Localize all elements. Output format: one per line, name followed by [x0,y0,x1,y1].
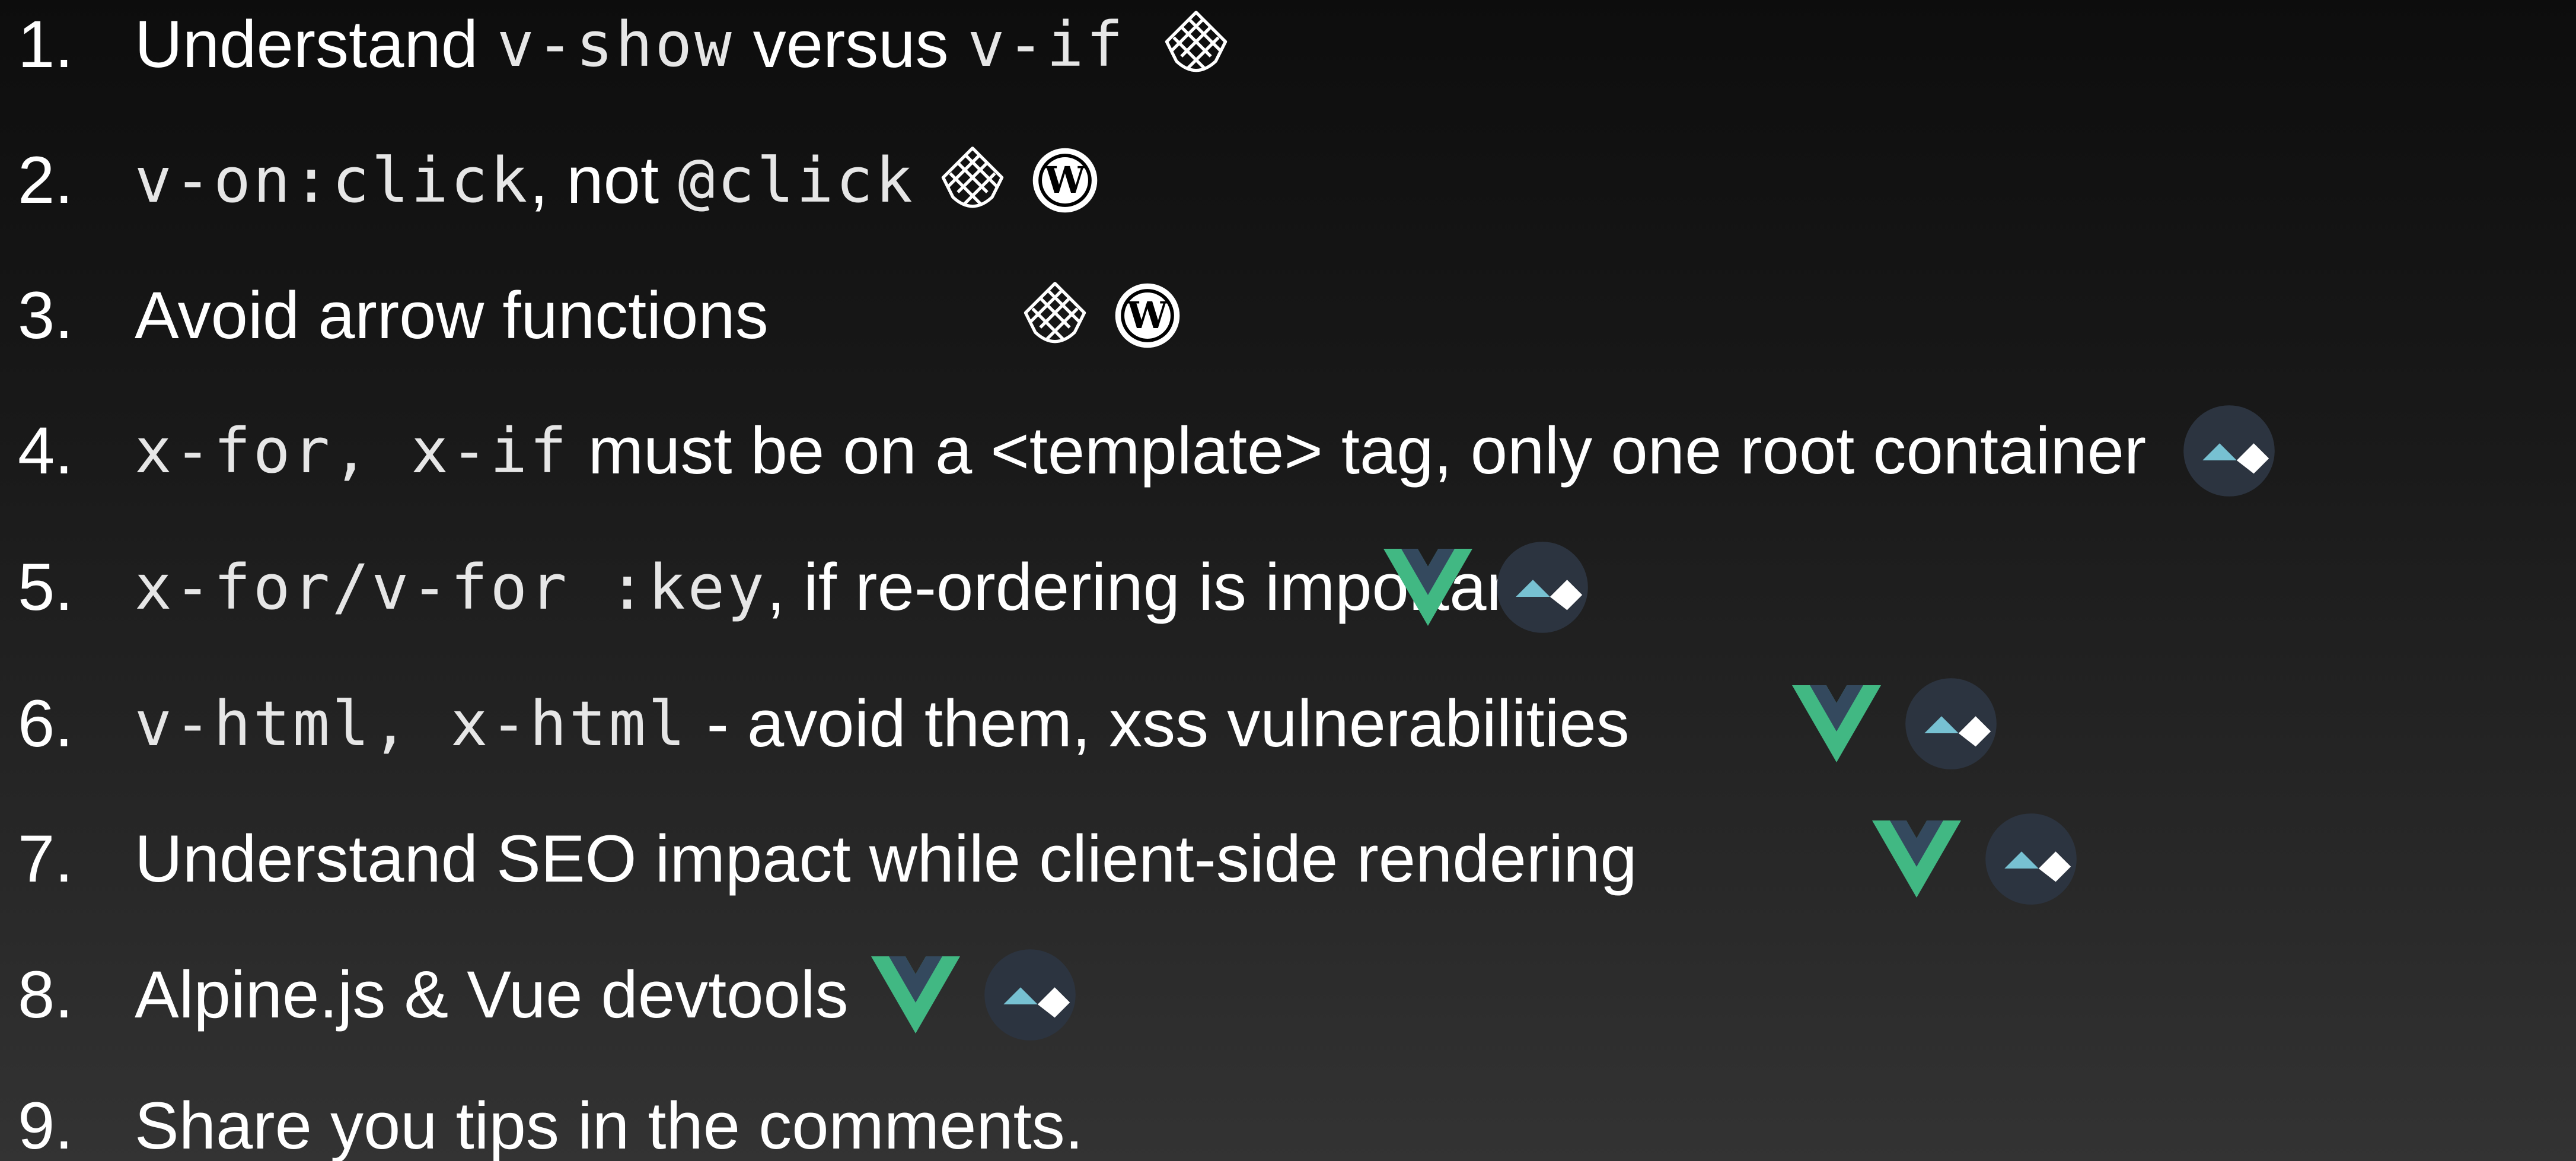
item-text: Alpine.js & Vue devtools [135,958,849,1032]
vue-icon [1791,685,1881,762]
list-item-content: v-html, x-html - avoid them, xss vulnera… [135,676,1998,771]
vue-icon [1383,549,1472,626]
list-number: 4. [18,413,74,488]
alpine-icon [983,947,1077,1042]
pinecone-icon [938,145,1008,215]
list-item: 8. Alpine.js & Vue devtools [18,941,1077,1048]
list-number: 7. [18,822,74,896]
list-item-content: Understand v-show versus v-if [135,9,1231,79]
wordpress-icon: W [1112,281,1182,351]
list-item-content: x-for/v-for :key , if re-ordering is imp… [135,540,1590,635]
list-number: 5. [18,550,74,624]
item-text: must be on a <template> tag, only one ro… [588,413,2147,488]
item-text: Avoid arrow functions [135,278,769,352]
list-item-content: Alpine.js & Vue devtools [135,947,1077,1042]
wordpress-icon: W [1030,145,1100,215]
list-item-content: x-for, x-if must be on a <template> tag,… [135,403,2277,498]
svg-text:W: W [1044,159,1086,202]
item-text: Understand [135,7,479,81]
list-item: 7. Understand SEO impact while client-si… [18,806,2078,912]
vue-icon [871,956,960,1033]
list-item-content: Understand SEO impact while client-side … [135,812,2078,906]
list-item-content: Avoid arrow functions W [135,281,1182,351]
list-number: 1. [18,7,74,81]
item-code: v-html, x-html [135,688,688,760]
list-item: 5. x-for/v-for :key , if re-ordering is … [18,534,1590,641]
list-item: 3. Avoid arrow functions W [18,262,1182,369]
list-number: 6. [18,686,74,761]
item-text: Understand SEO impact while client-side … [135,822,1637,896]
list-item-content: Share you tips in the comments. [135,1093,1083,1159]
svg-text:W: W [1127,294,1169,337]
alpine-icon [2182,403,2277,498]
list-item: 6. v-html, x-html - avoid them, xss vuln… [18,670,1998,777]
item-text: versus [753,7,949,81]
item-text: , not [530,143,659,217]
vue-icon [1872,820,1961,898]
item-code: @click [678,144,915,217]
item-text: Share you tips in the comments. [135,1089,1083,1161]
list-number: 9. [18,1089,74,1161]
item-code: v-if [967,8,1126,81]
item-text: - avoid them, xss vulnerabilities [706,686,1630,761]
list-item: 2. v-on:click , not @click W [18,127,1100,234]
item-code: v-show [497,8,734,81]
list-item: 9. Share you tips in the comments. [18,1073,1083,1161]
alpine-icon [1984,812,2078,906]
alpine-icon [1495,540,1590,635]
item-code: v-on:click [135,144,530,217]
item-code: x-for, x-if [135,415,569,487]
tips-slide: 1. Understand v-show versus v-if 2. v-on… [0,0,2576,1161]
pinecone-icon [1020,281,1090,351]
list-number: 2. [18,143,74,217]
list-item: 4. x-for, x-if must be on a <template> t… [18,397,2277,504]
pinecone-icon [1161,9,1231,79]
item-code: x-for/v-for :key [135,551,767,624]
list-number: 3. [18,278,74,352]
alpine-icon [1904,676,1998,771]
list-item-content: v-on:click , not @click W [135,145,1100,215]
list-item: 1. Understand v-show versus v-if [18,0,1231,98]
item-text: , if re-ordering is important [766,550,1542,624]
list-number: 8. [18,958,74,1032]
